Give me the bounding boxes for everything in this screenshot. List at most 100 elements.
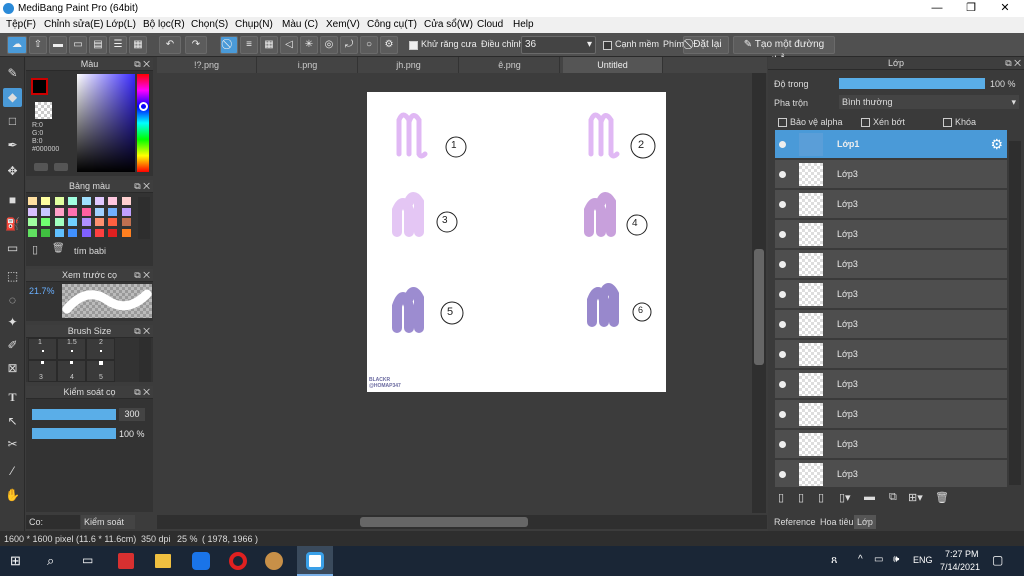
windows-start-icon[interactable]: ⊞ (10, 553, 21, 569)
palette-swatch[interactable] (108, 218, 118, 226)
menu-file[interactable]: Tệp(F) (6, 19, 36, 30)
menu-color[interactable]: Màu (C) (282, 19, 318, 30)
color-swap-button[interactable] (54, 163, 68, 171)
snap-perspective-icon[interactable]: ◁ (280, 36, 298, 54)
select-tool-icon[interactable]: ⬚ (3, 267, 22, 286)
merge-layer-icon[interactable]: ⊞▾ (908, 491, 923, 504)
lasso-tool-icon[interactable]: ◌ (3, 291, 22, 310)
new-8bit-layer-icon[interactable]: ▯ (818, 491, 824, 504)
tab-doc-4[interactable]: ê.png (460, 57, 560, 73)
file-explorer-icon[interactable] (155, 554, 171, 568)
palette-swatch[interactable] (108, 207, 118, 216)
menu-tools[interactable]: Công cụ(T) (367, 19, 417, 30)
adjust-select[interactable]: 36 ▾ (521, 36, 596, 54)
menu-capture[interactable]: Chụp(N) (235, 19, 273, 30)
layer-row[interactable]: Lớp3 (775, 280, 1007, 309)
duplicate-layer-icon[interactable]: ⧉ (889, 491, 897, 504)
visibility-icon[interactable] (779, 441, 786, 448)
palette-swatch[interactable] (28, 228, 37, 237)
palette-swatch[interactable] (41, 218, 51, 226)
select-eraser-tool-icon[interactable]: ⊠ (3, 359, 22, 378)
close-button[interactable]: ✕ (988, 0, 1022, 17)
delete-layer-icon[interactable]: 🗑 (935, 491, 949, 504)
visibility-icon[interactable] (779, 171, 786, 178)
panel-close-icon[interactable]: ⧉ ✕ (134, 325, 150, 338)
palette-swatch[interactable] (28, 218, 37, 226)
clock-date[interactable]: 7/14/2021 (940, 562, 980, 572)
palette-swatch[interactable] (68, 218, 78, 226)
layer-opacity-slider[interactable] (839, 78, 985, 89)
add-layer-menu-icon[interactable]: ▯▾ (839, 491, 851, 504)
brush-size-cell[interactable]: 5 (86, 360, 115, 382)
horizontal-scrollbar[interactable] (157, 515, 767, 529)
palette-swatch[interactable] (41, 207, 51, 216)
visibility-icon[interactable] (779, 471, 786, 478)
app-store-icon[interactable] (118, 553, 134, 569)
visibility-icon[interactable] (779, 291, 786, 298)
layers-scrollbar[interactable] (1009, 141, 1021, 485)
menu-help[interactable]: Help (513, 19, 534, 30)
palette-scrollbar[interactable] (138, 197, 150, 239)
hue-slider[interactable] (137, 74, 149, 172)
minimize-button[interactable]: — (920, 0, 954, 17)
lock-checkbox[interactable] (943, 118, 952, 127)
divide-tool-icon[interactable]: ✂ (3, 435, 22, 454)
palette-swatch[interactable] (81, 228, 91, 237)
visibility-icon[interactable] (779, 261, 786, 268)
palette-swatch[interactable] (41, 197, 51, 205)
layer-row[interactable]: Lớp3 (775, 160, 1007, 189)
search-icon[interactable]: ⌕ (47, 553, 54, 569)
canvas-paper[interactable]: 1 2 3 4 5 6 BLACKR @HOMAP347 (367, 92, 666, 392)
palette-swatches[interactable] (28, 197, 136, 239)
layer-row[interactable]: Lớp1 ⚙ (775, 130, 1007, 159)
brush-size-cell[interactable]: 1 (28, 338, 57, 360)
saturation-value-field[interactable] (77, 74, 135, 172)
layer-row[interactable]: Lớp3 (775, 220, 1007, 249)
brush-size-value[interactable]: 300 (119, 408, 145, 421)
layer-row[interactable]: Lớp3 (775, 400, 1007, 429)
primary-color-swatch[interactable] (31, 78, 48, 95)
secondary-color-swatch[interactable] (35, 102, 52, 119)
palette-swatch[interactable] (81, 218, 91, 226)
hue-handle[interactable] (139, 102, 148, 111)
menu-select[interactable]: Chọn(S) (191, 19, 228, 30)
fill-rect-tool-icon[interactable]: ■ (3, 191, 22, 210)
move-tool-icon[interactable]: ✥ (3, 162, 22, 181)
layer-row[interactable]: Lớp3 (775, 310, 1007, 339)
layer-row[interactable]: Lớp3 (775, 340, 1007, 369)
brush-size-cell[interactable]: 3 (28, 360, 57, 382)
tab-reference[interactable]: Reference (771, 515, 817, 529)
layer-row[interactable]: Lớp3 (775, 430, 1007, 459)
reset-button[interactable]: ⃠ Đặt lại (683, 36, 729, 54)
soft-edge-checkbox[interactable] (603, 41, 612, 50)
panel-close-icon[interactable]: ⧉ ✕ (134, 269, 150, 282)
zalo-icon[interactable] (192, 552, 210, 570)
new-page-icon[interactable]: ▯ (32, 243, 38, 256)
palette-swatch[interactable] (81, 197, 91, 205)
palette-swatch[interactable] (121, 228, 131, 237)
palette-swatch[interactable] (95, 197, 104, 205)
menu-filter[interactable]: Bộ lọc(R) (143, 19, 185, 30)
palette-swatch[interactable] (68, 207, 78, 216)
snap-circle-icon[interactable]: ◎ (320, 36, 338, 54)
palette-swatch[interactable] (95, 218, 104, 226)
palette-swatch[interactable] (28, 207, 37, 216)
select-pen-tool-icon[interactable]: ✐ (3, 336, 22, 355)
layer-row[interactable]: Lớp3 (775, 250, 1007, 279)
brush-size-cell[interactable]: 2 (86, 338, 115, 360)
brush-tool-icon[interactable]: ✎ (3, 64, 22, 83)
panel-close-icon[interactable]: ⧉ ✕ (134, 180, 150, 193)
palette-swatch[interactable] (81, 207, 91, 216)
redo-icon[interactable]: ↷ (185, 36, 207, 54)
snap-grid-icon[interactable]: ▦ (260, 36, 278, 54)
palette-swatch[interactable] (108, 228, 118, 237)
tab-untitled[interactable]: Untitled (563, 57, 663, 73)
menu-edit[interactable]: Chỉnh sửa(E) (44, 19, 104, 30)
layer-row[interactable]: Lớp3 (775, 460, 1007, 488)
palette-swatch[interactable] (41, 228, 51, 237)
layer-row[interactable]: Lớp3 (775, 370, 1007, 399)
snap-parallel-icon[interactable]: ≡ (240, 36, 258, 54)
text-tool-icon[interactable]: T (3, 388, 22, 407)
palette-swatch[interactable] (54, 228, 64, 237)
palette-swatch[interactable] (121, 197, 131, 205)
